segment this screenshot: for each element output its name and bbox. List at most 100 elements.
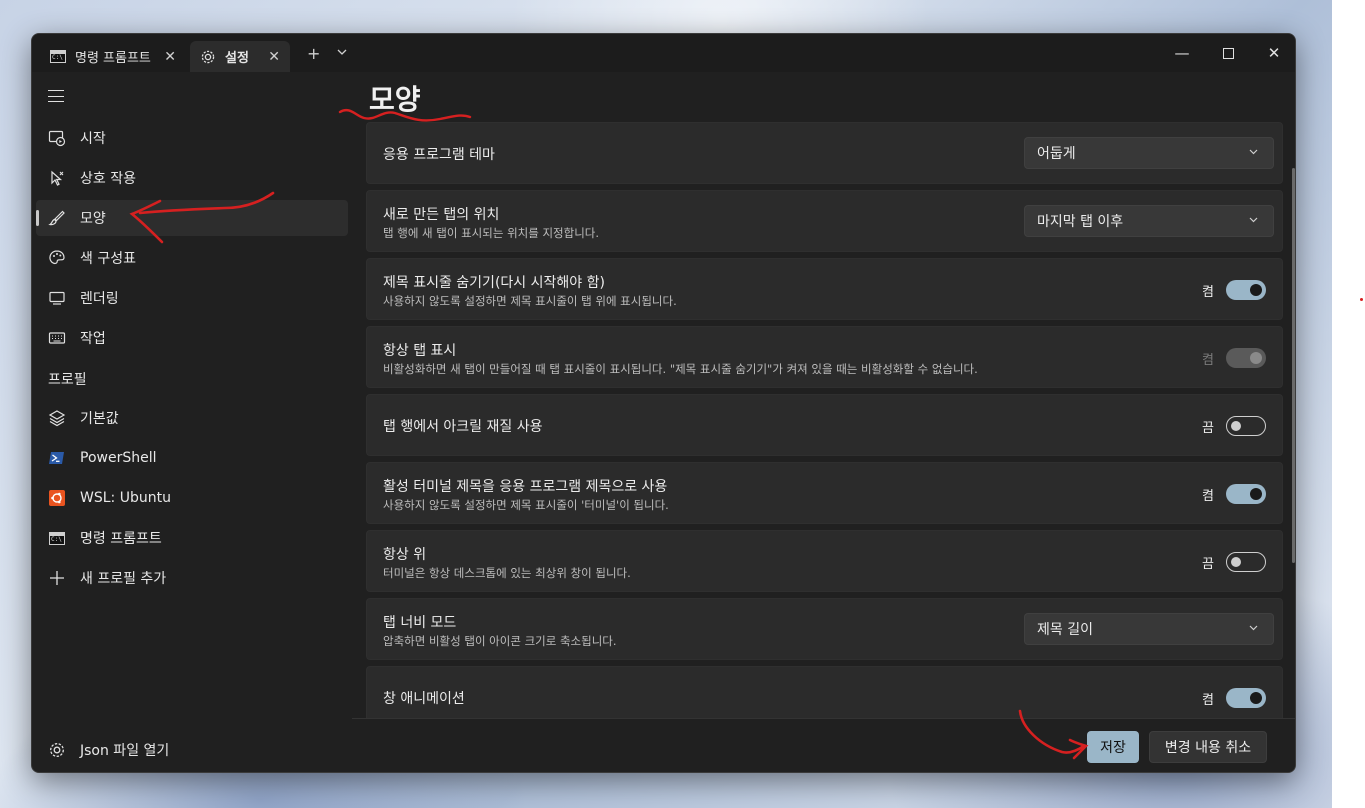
monitor-icon	[48, 289, 66, 307]
sidebar-item-label: 명령 프롬프트	[80, 531, 162, 547]
sidebar-item-actions[interactable]: 작업	[36, 320, 348, 356]
layers-icon	[48, 409, 66, 427]
sidebar: 시작 상호 작용 모양 색 구성표 렌더링 작업 프로필 기본값 PowerSh…	[32, 72, 352, 772]
profiles-header: 프로필	[48, 372, 87, 388]
keyboard-icon	[48, 329, 66, 347]
theme-dropdown[interactable]: 어둡게	[1024, 137, 1274, 169]
sidebar-item-label: 상호 작용	[80, 171, 136, 187]
setting-title: 제목 표시줄 숨기기(다시 시작해야 함)	[383, 275, 605, 291]
toggle-switch[interactable]	[1226, 484, 1266, 504]
toggle-switch[interactable]	[1226, 552, 1266, 572]
always-on-top-toggle[interactable]: 끔	[1202, 552, 1266, 572]
setting-description: 압축하면 비활성 탭이 아이콘 크기로 축소됩니다.	[383, 634, 617, 648]
add-profile-button[interactable]: 새 프로필 추가	[36, 560, 348, 596]
page-title: 모양	[369, 83, 421, 116]
setting-title: 새로 만든 탭의 위치	[383, 207, 500, 223]
toggle-switch[interactable]	[1226, 688, 1266, 708]
active-title-toggle[interactable]: 켬	[1202, 484, 1266, 504]
sidebar-item-label: 모양	[80, 211, 106, 227]
setting-title: 창 애니메이션	[383, 691, 465, 707]
toggle-switch	[1226, 348, 1266, 368]
setting-window-animations: 창 애니메이션 켬	[366, 666, 1283, 718]
close-window-button[interactable]: ✕	[1251, 42, 1295, 64]
footer-bar: 저장 변경 내용 취소	[352, 718, 1295, 772]
annotation-dot	[1360, 298, 1363, 301]
command-prompt-icon	[50, 49, 66, 65]
sidebar-item-label: 기본값	[80, 411, 119, 427]
tab-command-prompt[interactable]: 명령 프롬프트 ✕	[40, 41, 186, 72]
sidebar-item-label: Json 파일 열기	[80, 743, 170, 759]
sidebar-item-label: 새 프로필 추가	[80, 571, 167, 587]
chevron-down-icon	[1248, 214, 1259, 228]
brush-icon	[48, 209, 66, 227]
setting-description: 사용하지 않도록 설정하면 제목 표시줄이 탭 위에 표시됩니다.	[383, 294, 677, 308]
new-tab-button[interactable]: +	[307, 46, 320, 62]
dropdown-value: 어둡게	[1037, 146, 1076, 162]
desktop-edge	[1332, 0, 1365, 808]
setting-active-terminal-title: 활성 터미널 제목을 응용 프로그램 제목으로 사용 사용하지 않도록 설정하면…	[366, 462, 1283, 524]
hide-titlebar-toggle[interactable]: 켬	[1202, 280, 1266, 300]
tab-width-dropdown[interactable]: 제목 길이	[1024, 613, 1274, 645]
toggle-state-label: 끔	[1202, 420, 1214, 436]
save-button[interactable]: 저장	[1087, 731, 1139, 763]
acrylic-toggle[interactable]: 끔	[1202, 416, 1266, 436]
sidebar-item-startup[interactable]: 시작	[36, 120, 348, 156]
setting-title: 응용 프로그램 테마	[383, 147, 495, 163]
sidebar-item-interaction[interactable]: 상호 작용	[36, 160, 348, 196]
scrollbar[interactable]	[1292, 168, 1295, 563]
hamburger-menu-icon[interactable]	[48, 90, 64, 102]
close-icon[interactable]: ✕	[164, 49, 176, 65]
sidebar-item-command-prompt[interactable]: 명령 프롬프트	[36, 520, 348, 556]
command-prompt-icon	[48, 529, 66, 547]
toggle-state-label: 켬	[1202, 488, 1214, 504]
discard-changes-button[interactable]: 변경 내용 취소	[1149, 731, 1267, 763]
sidebar-item-color-schemes[interactable]: 색 구성표	[36, 240, 348, 276]
chevron-down-icon	[1248, 146, 1259, 160]
plus-icon	[48, 569, 66, 587]
gear-icon	[200, 49, 216, 65]
close-icon[interactable]: ✕	[268, 49, 280, 65]
sidebar-item-powershell[interactable]: PowerShell	[36, 440, 348, 476]
title-bar[interactable]: 명령 프롬프트 ✕ 설정 ✕ + — ✕	[32, 34, 1295, 72]
interaction-icon	[48, 169, 66, 187]
window-animations-toggle[interactable]: 켬	[1202, 688, 1266, 708]
maximize-button[interactable]	[1205, 42, 1251, 64]
sidebar-item-defaults[interactable]: 기본값	[36, 400, 348, 436]
toggle-switch[interactable]	[1226, 280, 1266, 300]
open-json-button[interactable]: Json 파일 열기	[36, 732, 348, 768]
setting-title: 활성 터미널 제목을 응용 프로그램 제목으로 사용	[383, 479, 668, 495]
setting-description: 터미널은 항상 데스크톱에 있는 최상위 창이 됩니다.	[383, 566, 631, 580]
setting-new-tab-position: 새로 만든 탭의 위치 탭 행에 새 탭이 표시되는 위치를 지정합니다. 마지…	[366, 190, 1283, 252]
toggle-state-label: 켬	[1202, 692, 1214, 708]
ubuntu-icon	[48, 489, 66, 507]
palette-icon	[48, 249, 66, 267]
settings-content: 모양 응용 프로그램 테마 어둡게 새로 만든 탭의 위치 탭 행에 새 탭이 …	[352, 72, 1295, 772]
toggle-switch[interactable]	[1226, 416, 1266, 436]
sidebar-item-label: 색 구성표	[80, 251, 136, 267]
setting-title: 탭 행에서 아크릴 재질 사용	[383, 419, 543, 435]
chevron-down-icon[interactable]	[336, 46, 348, 63]
setting-app-theme: 응용 프로그램 테마 어둡게	[366, 122, 1283, 184]
tab-label: 설정	[225, 51, 249, 66]
gear-icon	[48, 741, 66, 759]
new-tab-position-dropdown[interactable]: 마지막 탭 이후	[1024, 205, 1274, 237]
sidebar-item-label: PowerShell	[80, 450, 157, 466]
always-show-tabs-toggle: 켬	[1202, 348, 1266, 368]
minimize-button[interactable]: —	[1159, 42, 1205, 64]
sidebar-item-label: 렌더링	[80, 291, 119, 307]
setting-acrylic-tab-row: 탭 행에서 아크릴 재질 사용 끔	[366, 394, 1283, 456]
sidebar-item-appearance[interactable]: 모양	[36, 200, 348, 236]
startup-icon	[48, 129, 66, 147]
sidebar-item-rendering[interactable]: 렌더링	[36, 280, 348, 316]
setting-title: 탭 너비 모드	[383, 615, 457, 631]
tab-settings[interactable]: 설정 ✕	[190, 41, 290, 72]
toggle-state-label: 켬	[1202, 284, 1214, 300]
tab-label: 명령 프롬프트	[75, 51, 151, 66]
sidebar-item-label: 시작	[80, 131, 106, 147]
setting-always-on-top: 항상 위 터미널은 항상 데스크톱에 있는 최상위 창이 됩니다. 끔	[366, 530, 1283, 592]
setting-title: 항상 위	[383, 547, 427, 563]
setting-hide-titlebar: 제목 표시줄 숨기기(다시 시작해야 함) 사용하지 않도록 설정하면 제목 표…	[366, 258, 1283, 320]
setting-description: 비활성화하면 새 탭이 만들어질 때 탭 표시줄이 표시됩니다. "제목 표시줄…	[383, 362, 978, 376]
sidebar-item-wsl-ubuntu[interactable]: WSL: Ubuntu	[36, 480, 348, 516]
dropdown-value: 제목 길이	[1037, 622, 1093, 638]
